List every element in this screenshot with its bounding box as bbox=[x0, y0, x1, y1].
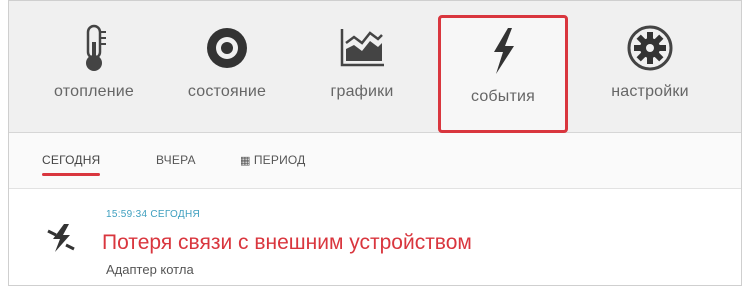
nav-item-charts[interactable]: графики bbox=[297, 19, 427, 129]
lightning-icon bbox=[473, 22, 533, 80]
nav-item-label: настройки bbox=[611, 83, 689, 100]
tab-yesterday[interactable]: вчера bbox=[156, 153, 196, 167]
event-source: Адаптер котла bbox=[106, 262, 194, 277]
nav-item-label: события bbox=[470, 88, 536, 105]
calendar-icon: ▦ bbox=[240, 155, 254, 167]
target-icon bbox=[197, 19, 257, 77]
lightning-icon bbox=[44, 221, 78, 255]
event-timestamp: 15:59:34 СЕГОДНЯ bbox=[106, 209, 201, 220]
chart-icon bbox=[332, 19, 392, 77]
thermometer-icon bbox=[64, 19, 124, 77]
gear-icon bbox=[620, 19, 680, 77]
event-row[interactable]: 15:59:34 СЕГОДНЯ Потеря связи с внешним … bbox=[9, 189, 741, 285]
nav-item-heating[interactable]: отопление bbox=[29, 19, 159, 129]
date-tabs: сегодня вчера ▦ период bbox=[9, 133, 741, 189]
event-title[interactable]: Потеря связи с внешним устройством bbox=[102, 231, 472, 255]
main-navigation: отопление состояние графики события наст… bbox=[9, 1, 741, 133]
nav-item-events[interactable]: события bbox=[438, 15, 568, 133]
tab-period-label: период bbox=[253, 153, 306, 167]
nav-item-label: отопление bbox=[54, 83, 134, 100]
nav-item-label: состояние bbox=[187, 83, 267, 100]
nav-item-status[interactable]: состояние bbox=[162, 19, 292, 129]
app-window: отопление состояние графики события наст… bbox=[8, 0, 742, 286]
nav-item-label: графики bbox=[330, 83, 394, 100]
tab-today[interactable]: сегодня bbox=[42, 153, 101, 176]
nav-item-settings[interactable]: настройки bbox=[585, 19, 715, 129]
tab-period[interactable]: ▦ период bbox=[240, 153, 306, 167]
